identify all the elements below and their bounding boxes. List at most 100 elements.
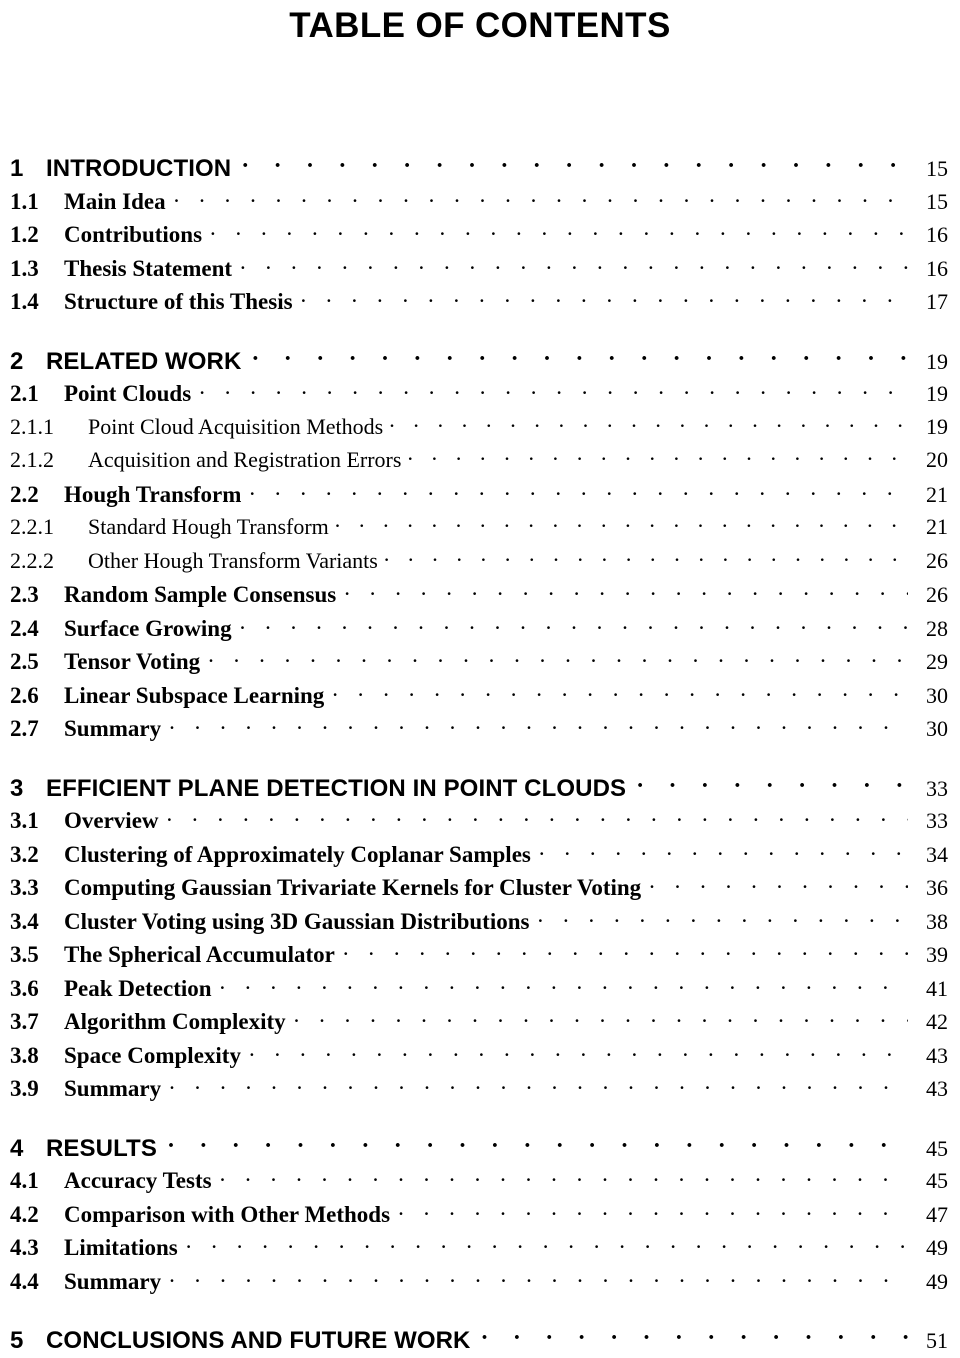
toc-entry[interactable]: 1.3 Thesis Statement 16 [0, 253, 960, 287]
toc-entry-page-number: 19 [926, 413, 948, 439]
toc-entry-page-number: 16 [926, 255, 948, 281]
toc-entry-label: Summary [64, 1076, 162, 1101]
toc-entry[interactable]: 5 CONCLUSIONS AND FUTURE WORK 51 [0, 1324, 960, 1358]
toc-entry[interactable]: 2.2 Hough Transform 21 [0, 479, 960, 513]
toc-entry[interactable]: 2.7 Summary 30 [0, 713, 960, 747]
toc-entry-page-number: 19 [926, 348, 948, 374]
toc-entry-page-number: 36 [926, 875, 948, 900]
toc-entry-number: 4.1 [10, 1168, 39, 1193]
toc-entry[interactable]: 4.4 Summary 49 [0, 1266, 960, 1300]
dot-leader [637, 772, 908, 796]
toc-entry-label: Linear Subspace Learning [64, 682, 325, 708]
toc-entry-number: 2.3 [10, 582, 39, 607]
toc-entry-number: 3.9 [10, 1076, 39, 1101]
toc-entry[interactable]: 2.5 Tensor Voting 29 [0, 646, 960, 680]
toc-entry-label: Hough Transform [64, 481, 242, 507]
toc-entry[interactable]: 3.3 Computing Gaussian Trivariate Kernels… [0, 872, 960, 906]
dot-leader [169, 1266, 908, 1289]
dot-leader [169, 713, 908, 736]
table-of-contents-page: TABLE OF CONTENTS 1 INTRODUCTION 15 1.1 Main… [0, 0, 960, 1354]
dot-leader [539, 839, 908, 862]
dot-leader [220, 1165, 908, 1188]
toc-entry-number: 3 [10, 774, 24, 802]
dot-leader [208, 646, 908, 669]
toc-entry[interactable]: 3.4 Cluster Voting using 3D Gaussian Dist… [0, 906, 960, 940]
dot-leader [210, 219, 908, 242]
toc-entry-page-number: 45 [926, 1168, 948, 1193]
toc-entry-page-number: 49 [926, 1268, 948, 1294]
toc-entry-label: EFFICIENT PLANE DETECTION IN POINT CLOUD… [46, 774, 627, 802]
toc-entry[interactable]: 4 RESULTS 45 [0, 1132, 960, 1166]
toc-entry[interactable]: 2.6 Linear Subspace Learning 30 [0, 680, 960, 714]
dot-leader [174, 186, 908, 209]
toc-entry[interactable]: 2.3 Random Sample Consensus 26 [0, 579, 960, 613]
toc-entry[interactable]: 2.2.1 Standard Hough Transform 21 [0, 512, 960, 546]
dot-leader [343, 939, 908, 962]
dot-leader [344, 579, 908, 602]
toc-entry[interactable]: 2.2.2 Other Hough Transform Variants 26 [0, 546, 960, 580]
toc-entry[interactable]: 2.1.2 Acquisition and Registration Errors… [0, 445, 960, 479]
toc-entry-label: RELATED WORK [46, 347, 242, 375]
toc-entry-page-number: 19 [926, 381, 948, 406]
toc-entry-label: Point Clouds [64, 381, 192, 406]
toc-entry-page-number: 30 [926, 716, 948, 741]
toc-entry[interactable]: 3.5 The Spherical Accumulator 39 [0, 939, 960, 973]
toc-entry-page-number: 15 [926, 188, 948, 214]
dot-leader [249, 479, 908, 502]
toc-entry[interactable]: 4.3 Limitations 49 [0, 1232, 960, 1266]
toc-entry-number: 2.7 [10, 716, 39, 741]
toc-entry-label: Comparison with Other Methods [64, 1201, 391, 1227]
dot-leader [481, 1324, 908, 1348]
toc-entry-number: 4.4 [10, 1268, 39, 1294]
toc-entry[interactable]: 3 EFFICIENT PLANE DETECTION IN POINT CLOU… [0, 772, 960, 806]
toc-entry-label: RESULTS [46, 1134, 157, 1162]
toc-entry[interactable]: 4.2 Comparison with Other Methods 47 [0, 1199, 960, 1233]
toc-entry-number: 2.5 [10, 649, 39, 674]
toc-entry-number: 3.4 [10, 908, 39, 934]
toc-entry[interactable]: 3.7 Algorithm Complexity 42 [0, 1006, 960, 1040]
toc-entry-label: Summary [64, 716, 162, 741]
dot-leader [398, 1199, 908, 1222]
dot-leader [167, 805, 908, 828]
toc-entry-number: 2.1.2 [10, 447, 54, 472]
toc-entry[interactable]: 2 RELATED WORK 19 [0, 345, 960, 379]
toc-entry[interactable]: 3.9 Summary 43 [0, 1073, 960, 1107]
toc-entry[interactable]: 3.1 Overview 33 [0, 805, 960, 839]
toc-entry-number: 1.2 [10, 222, 39, 247]
dot-leader [649, 872, 908, 895]
toc-entry-number: 4.3 [10, 1235, 39, 1260]
toc-entry-page-number: 15 [926, 156, 948, 181]
toc-entry[interactable]: 1.1 Main Idea 15 [0, 186, 960, 220]
toc-entry-page-number: 42 [926, 1009, 948, 1034]
dot-leader [252, 345, 908, 369]
toc-entry-number: 2.1 [10, 381, 39, 406]
toc-entry-page-number: 21 [926, 514, 948, 539]
toc-entry[interactable]: 3.6 Peak Detection 41 [0, 973, 960, 1007]
toc-entry-label: CONCLUSIONS AND FUTURE WORK [46, 1327, 471, 1354]
page-title: TABLE OF CONTENTS [289, 6, 671, 45]
toc-entry-number: 2.2.2 [10, 547, 54, 573]
toc-entry-page-number: 17 [926, 289, 948, 314]
dot-leader [169, 1073, 908, 1096]
toc-entry[interactable]: 2.4 Surface Growing 28 [0, 613, 960, 647]
toc-entry-label: INTRODUCTION [46, 155, 232, 182]
toc-entry[interactable]: 3.2 Clustering of Approximately Coplanar … [0, 839, 960, 873]
toc-entry-label: Point Cloud Acquisition Methods [88, 413, 384, 439]
toc-entry[interactable]: 1.4 Structure of this Thesis 17 [0, 286, 960, 320]
toc-entry-number: 1 [10, 155, 24, 182]
toc-entry-page-number: 26 [926, 547, 948, 573]
toc-entry[interactable]: 3.8 Space Complexity 43 [0, 1040, 960, 1074]
toc-entry-label: Contributions [64, 222, 203, 247]
dot-leader [294, 1006, 908, 1029]
toc-entry-page-number: 33 [926, 808, 948, 833]
toc-entry[interactable]: 1.2 Contributions 16 [0, 219, 960, 253]
toc-entry-page-number: 34 [926, 841, 948, 867]
toc-entry-number: 2.6 [10, 682, 39, 708]
toc-entry-page-number: 51 [926, 1328, 948, 1353]
toc-entry[interactable]: 1 INTRODUCTION 15 [0, 152, 960, 186]
toc-entry[interactable]: 4.1 Accuracy Tests 45 [0, 1165, 960, 1199]
toc-entry[interactable]: 2.1.1 Point Cloud Acquisition Methods 19 [0, 412, 960, 446]
toc-entry-page-number: 49 [926, 1235, 948, 1260]
toc-entry-label: Summary [64, 1268, 162, 1294]
toc-entry[interactable]: 2.1 Point Clouds 19 [0, 378, 960, 412]
